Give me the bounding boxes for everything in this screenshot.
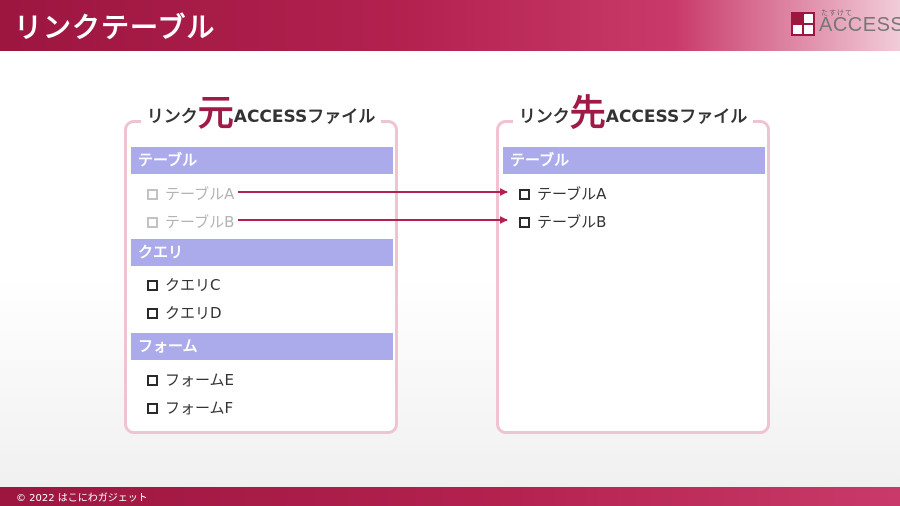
source-item-form-f: フォームF: [147, 398, 233, 418]
destination-file-panel: リンク先ACCESSファイル テーブル テーブルA テーブルB: [496, 93, 770, 434]
checkbox-icon: [147, 189, 158, 200]
source-title-prefix: リンク: [146, 107, 198, 127]
item-label: テーブルA: [165, 185, 235, 203]
checkbox-icon: [519, 189, 530, 200]
source-section-tables: テーブル: [131, 147, 393, 174]
destination-item-table-b: テーブルB: [519, 212, 606, 232]
checkbox-icon: [147, 375, 158, 386]
checkbox-icon: [519, 217, 530, 228]
copyright-text: © 2022 はこにわガジェット: [16, 493, 148, 504]
item-label: テーブルB: [165, 213, 235, 231]
destination-section-tables: テーブル: [503, 147, 765, 174]
destination-item-table-a: テーブルA: [519, 184, 606, 204]
source-item-form-e: フォームE: [147, 370, 234, 390]
source-title-big: 元: [197, 93, 234, 134]
item-label: テーブルA: [537, 185, 607, 203]
source-section-forms: フォーム: [131, 333, 393, 360]
source-panel-title: リンク元ACCESSファイル: [141, 93, 381, 134]
checkbox-icon: [147, 308, 158, 319]
page-title: リンクテーブル: [14, 11, 216, 44]
checkbox-icon: [147, 403, 158, 414]
item-label: フォームF: [165, 399, 234, 417]
source-item-table-b: テーブルB: [147, 212, 234, 232]
destination-title-prefix: リンク: [518, 107, 570, 127]
logo-text: ACCESS: [819, 14, 900, 36]
destination-title-suffix: ACCESSファイル: [605, 107, 748, 127]
item-label: フォームE: [165, 371, 235, 389]
brand-logo: たすけて ACCESS: [791, 9, 900, 43]
destination-title-big: 先: [569, 93, 606, 134]
source-item-query-d: クエリD: [147, 303, 222, 323]
item-label: クエリD: [165, 304, 222, 322]
header-banner: リンクテーブル たすけて ACCESS: [0, 0, 900, 51]
destination-panel-title: リンク先ACCESSファイル: [513, 93, 753, 134]
logo-squares-icon: [791, 12, 815, 36]
source-file-panel: リンク元ACCESSファイル テーブル テーブルA テーブルB クエリ クエリC…: [124, 93, 398, 434]
item-label: テーブルB: [537, 213, 607, 231]
footer-bar: © 2022 はこにわガジェット: [0, 487, 900, 506]
item-label: クエリC: [165, 276, 221, 294]
checkbox-icon: [147, 280, 158, 291]
source-item-query-c: クエリC: [147, 275, 220, 295]
source-item-table-a: テーブルA: [147, 184, 234, 204]
source-section-queries: クエリ: [131, 239, 393, 266]
source-title-suffix: ACCESSファイル: [233, 107, 376, 127]
checkbox-icon: [147, 217, 158, 228]
